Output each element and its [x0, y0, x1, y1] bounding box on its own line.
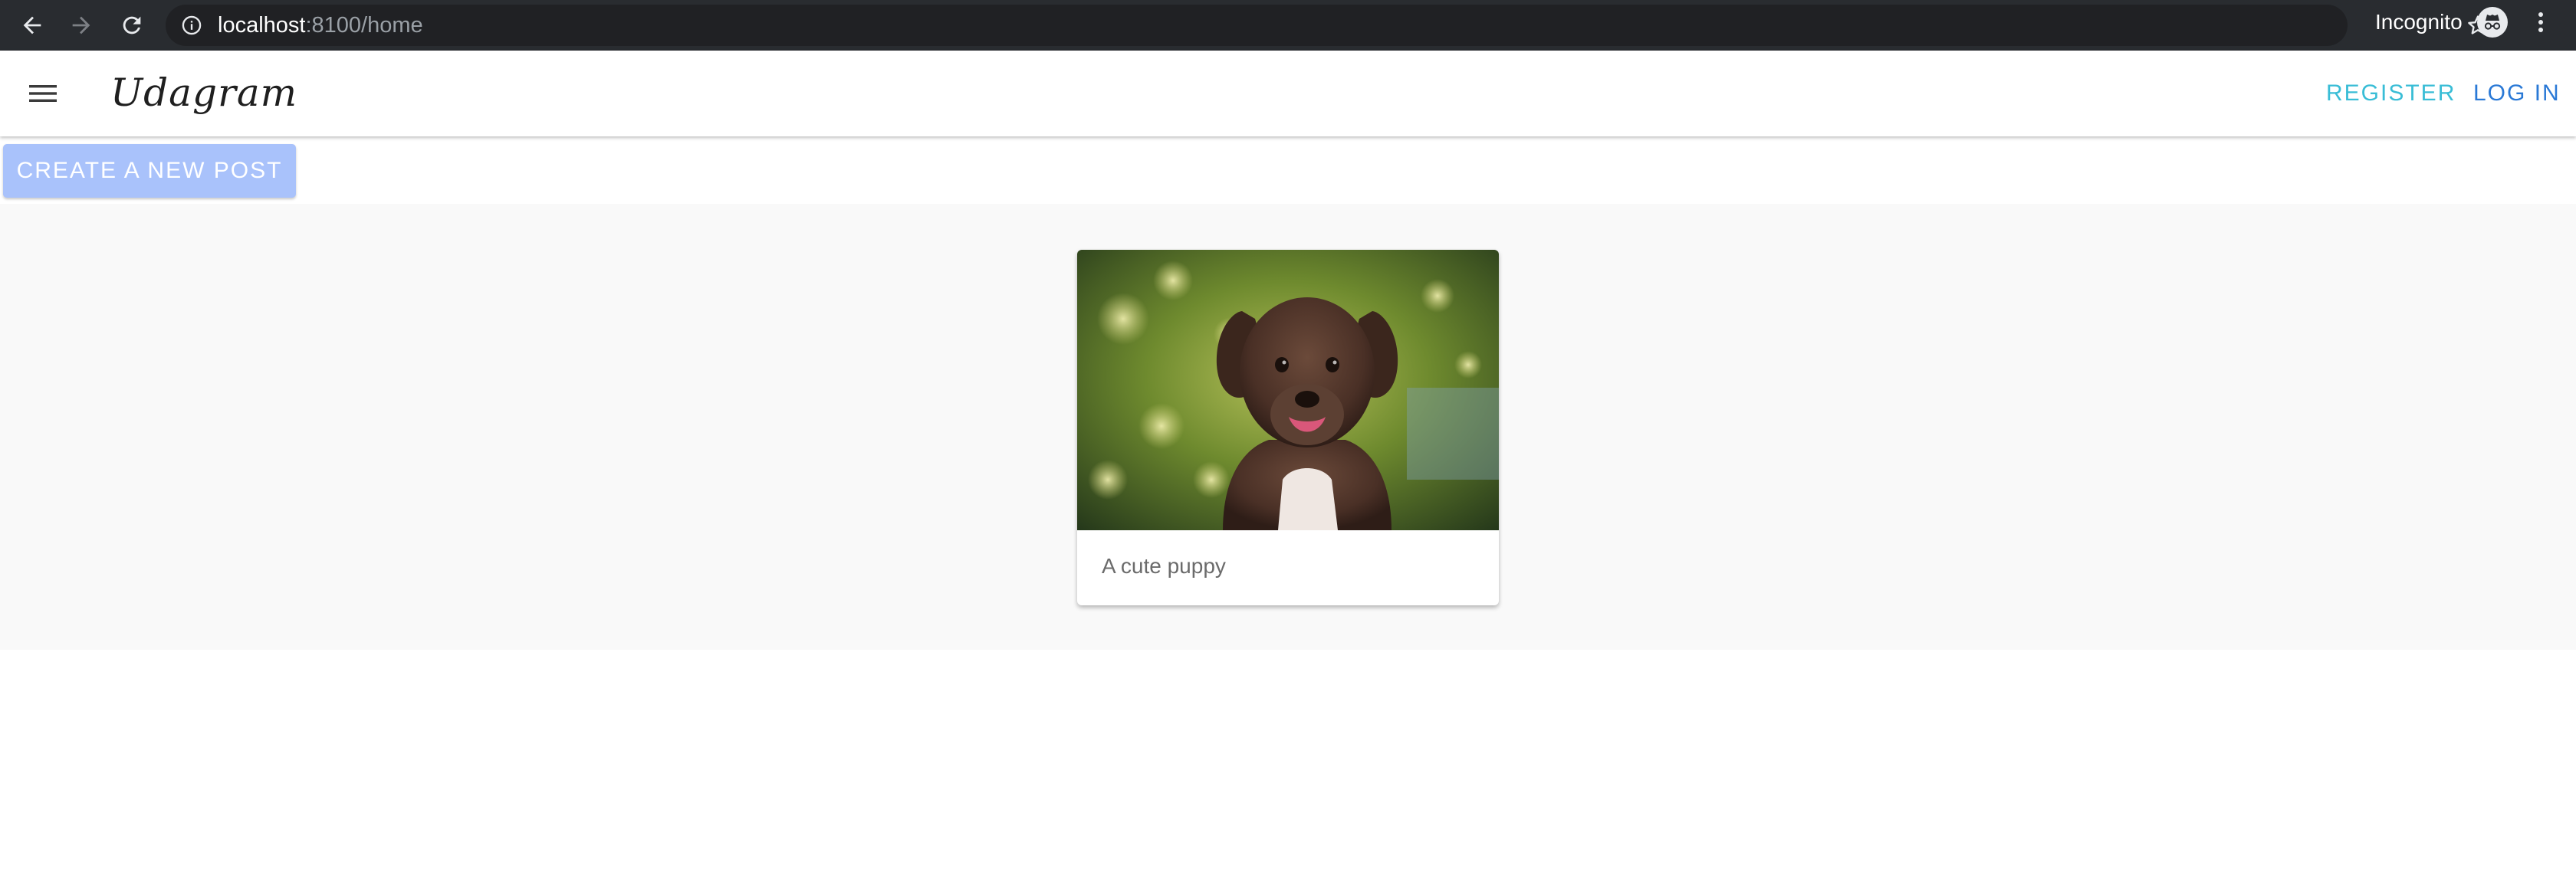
url-host: localhost — [218, 13, 306, 38]
vertical-dots-icon[interactable] — [2525, 7, 2556, 38]
app-header: Udagram REGISTER LOG IN — [0, 51, 2576, 136]
reload-icon — [123, 16, 141, 34]
post-card[interactable]: A cute puppy — [1077, 250, 1499, 605]
register-link[interactable]: REGISTER — [2326, 51, 2456, 136]
url-path: :8100/home — [305, 13, 423, 38]
menu-button[interactable] — [21, 72, 64, 115]
feed-area: A cute puppy — [0, 204, 2576, 650]
arrow-right-icon — [72, 16, 90, 34]
incognito-label[interactable]: Incognito — [2375, 0, 2463, 51]
create-post-button[interactable]: CREATE A NEW POST — [3, 144, 296, 198]
arrow-left-icon — [23, 16, 41, 34]
info-icon[interactable] — [181, 15, 202, 36]
back-button[interactable] — [11, 0, 54, 51]
incognito-icon[interactable] — [2476, 6, 2509, 38]
post-caption: A cute puppy — [1102, 554, 1226, 578]
reload-button[interactable] — [110, 0, 153, 51]
url-text[interactable]: localhost:8100/home — [218, 5, 423, 46]
action-bar: CREATE A NEW POST — [0, 136, 2576, 204]
address-bar[interactable]: localhost:8100/home — [166, 5, 2488, 46]
brand-logo[interactable]: Udagram — [110, 51, 297, 136]
browser-toolbar: localhost:8100/home Incognito — [0, 0, 2576, 51]
hamburger-menu-icon — [29, 85, 57, 102]
login-link[interactable]: LOG IN — [2473, 51, 2561, 136]
forward-button[interactable] — [60, 0, 103, 51]
puppy-photo — [1077, 250, 1499, 530]
